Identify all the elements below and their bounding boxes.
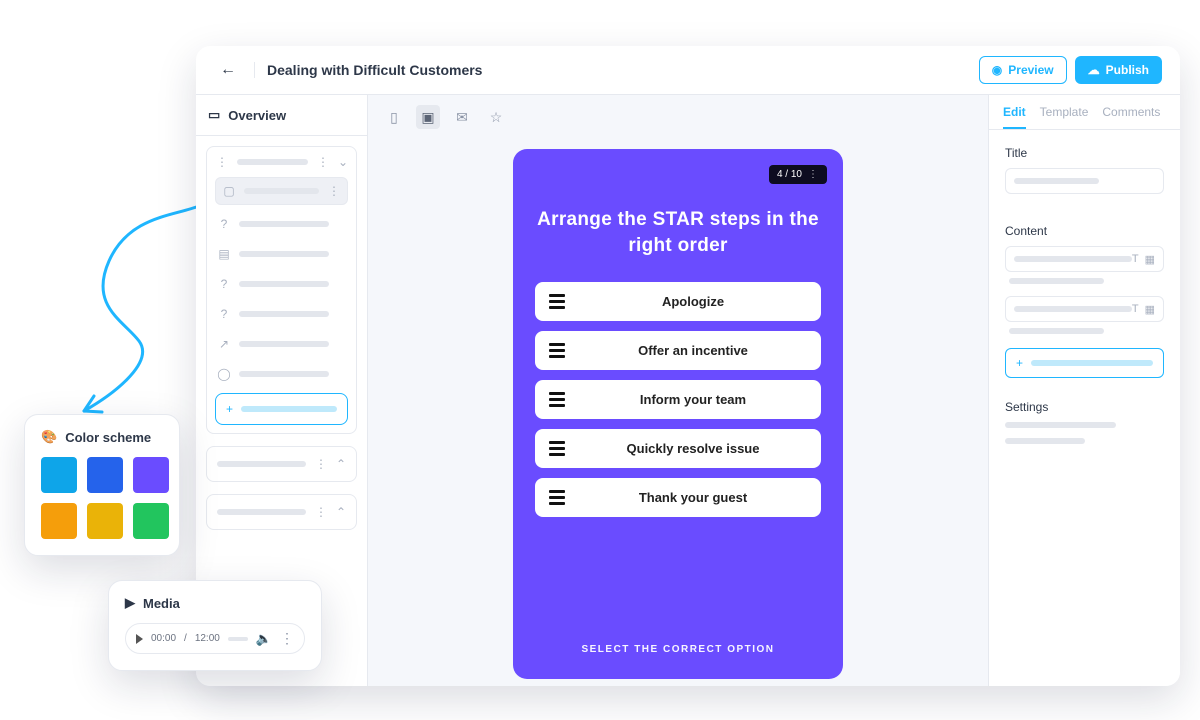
settings-row[interactable]	[1005, 422, 1116, 428]
image-icon[interactable]: ▦	[1145, 303, 1155, 316]
card-preview: 4 / 10 ⋮ Arrange the STAR steps in the r…	[513, 149, 843, 679]
eye-icon: ◉	[992, 63, 1002, 77]
sort-option[interactable]: Apologize	[535, 282, 821, 321]
tab-template[interactable]: Template	[1040, 105, 1089, 129]
sidebar-item[interactable]: ◯	[215, 363, 348, 385]
color-scheme-panel: 🎨 Color scheme	[24, 414, 180, 556]
drag-handle-icon[interactable]	[549, 490, 565, 505]
media-panel: ▶ Media 00:00 / 12:00 🔈 ⋮	[108, 580, 322, 671]
sidebar-item[interactable]: ▢ ⋮	[215, 177, 348, 205]
upload-icon: ☁	[1088, 63, 1100, 77]
more-icon[interactable]: ⋮	[314, 457, 328, 471]
chevron-up-icon[interactable]: ⌃	[336, 505, 346, 519]
sort-option[interactable]: Inform your team	[535, 380, 821, 419]
color-swatch[interactable]	[133, 503, 169, 539]
question-icon: ?	[217, 307, 231, 321]
more-icon[interactable]: ⋮	[327, 184, 341, 198]
drag-handle-icon[interactable]	[549, 343, 565, 358]
plus-icon: +	[226, 402, 233, 416]
chat-icon[interactable]: ✉	[450, 105, 474, 129]
drag-handle-icon[interactable]	[549, 294, 565, 309]
sort-option[interactable]: Thank your guest	[535, 478, 821, 517]
canvas-toolbar: ▯ ▣ ✉ ☆	[368, 95, 988, 139]
publish-button[interactable]: ☁ Publish	[1075, 56, 1162, 84]
image-icon[interactable]: ▦	[1145, 253, 1155, 266]
sidebar-group-collapsed[interactable]: ⋮ ⌃	[206, 446, 357, 482]
note-icon: ▤	[217, 247, 231, 261]
content-preview-line	[1009, 328, 1104, 334]
drag-handle-icon[interactable]	[549, 441, 565, 456]
inspector-tabs: Edit Template Comments	[989, 95, 1180, 130]
sidebar-header: ▭ Overview	[196, 95, 367, 136]
progress-badge[interactable]: 4 / 10 ⋮	[769, 165, 827, 184]
book-icon: ▭	[208, 107, 220, 123]
sidebar-item[interactable]: ?	[215, 213, 348, 235]
preview-button[interactable]: ◉ Preview	[979, 56, 1067, 84]
audio-track[interactable]	[228, 637, 248, 641]
drag-handle-icon[interactable]	[549, 392, 565, 407]
text-icon[interactable]: T	[1132, 303, 1139, 316]
color-swatch[interactable]	[41, 503, 77, 539]
color-swatch[interactable]	[41, 457, 77, 493]
content-preview-line	[1009, 278, 1104, 284]
sidebar-group-header[interactable]: ⋮ ⋮ ⌄	[215, 155, 348, 169]
canvas: ▯ ▣ ✉ ☆ 4 / 10 ⋮ Arrange the STAR steps …	[368, 95, 988, 686]
card-title: Arrange the STAR steps in the right orde…	[535, 207, 821, 258]
plus-icon: +	[1016, 356, 1023, 370]
inspector-section-settings: Settings	[1005, 400, 1164, 444]
more-icon[interactable]: ⋮	[316, 155, 330, 169]
sidebar-item[interactable]: ?	[215, 273, 348, 295]
link-icon: ↗	[217, 337, 231, 351]
sidebar-group-collapsed[interactable]: ⋮ ⌃	[206, 494, 357, 530]
sidebar-item[interactable]: ?	[215, 303, 348, 325]
card-hint: SELECT THE CORRECT OPTION	[535, 644, 821, 655]
tile-icon: ▢	[222, 184, 236, 198]
color-swatch[interactable]	[87, 457, 123, 493]
add-slide-button[interactable]: +	[215, 393, 348, 425]
sidebar-item[interactable]: ▤	[215, 243, 348, 265]
tab-comments[interactable]: Comments	[1102, 105, 1160, 129]
align-center-icon[interactable]: ▣	[416, 105, 440, 129]
text-icon[interactable]: T	[1132, 253, 1139, 266]
decorative-arrow	[54, 196, 214, 426]
content-input[interactable]: T▦	[1005, 246, 1164, 272]
topbar: ← Dealing with Difficult Customers ◉ Pre…	[196, 46, 1180, 95]
chevron-up-icon[interactable]: ⌃	[336, 457, 346, 471]
title-input[interactable]	[1005, 168, 1164, 194]
volume-icon[interactable]: 🔈	[256, 631, 272, 647]
audio-player[interactable]: 00:00 / 12:00 🔈 ⋮	[125, 623, 305, 654]
question-icon: ?	[217, 217, 231, 231]
color-swatch[interactable]	[133, 457, 169, 493]
palette-icon: 🎨	[41, 429, 57, 445]
app-window: ← Dealing with Difficult Customers ◉ Pre…	[196, 46, 1180, 686]
check-icon: ◯	[217, 367, 231, 381]
sort-option[interactable]: Quickly resolve issue	[535, 429, 821, 468]
question-icon: ?	[217, 277, 231, 291]
settings-row[interactable]	[1005, 438, 1085, 444]
sidebar-item[interactable]: ↗	[215, 333, 348, 355]
align-top-icon[interactable]: ▯	[382, 105, 406, 129]
more-icon[interactable]: ⋮	[280, 630, 294, 647]
inspector: Edit Template Comments Title Content T▦	[988, 95, 1180, 686]
back-button[interactable]: ←	[214, 57, 242, 83]
inspector-section-title: Title	[1005, 146, 1164, 202]
sort-option[interactable]: Offer an incentive	[535, 331, 821, 370]
star-icon[interactable]: ☆	[484, 105, 508, 129]
sidebar-group-expanded: ⋮ ⋮ ⌄ ▢ ⋮ ? ▤ ? ? ↗ ◯	[206, 146, 357, 434]
add-content-button[interactable]: +	[1005, 348, 1164, 378]
inspector-section-content: Content T▦ T▦ +	[1005, 224, 1164, 378]
color-swatch[interactable]	[87, 503, 123, 539]
film-icon: ▶	[125, 595, 135, 611]
chevron-down-icon[interactable]: ⌄	[338, 155, 348, 169]
more-icon[interactable]: ⋮	[808, 169, 819, 180]
page-title: Dealing with Difficult Customers	[254, 62, 482, 78]
tab-edit[interactable]: Edit	[1003, 105, 1026, 129]
play-icon[interactable]	[136, 634, 143, 644]
drag-icon: ⋮	[215, 155, 229, 169]
more-icon[interactable]: ⋮	[314, 505, 328, 519]
content-input[interactable]: T▦	[1005, 296, 1164, 322]
